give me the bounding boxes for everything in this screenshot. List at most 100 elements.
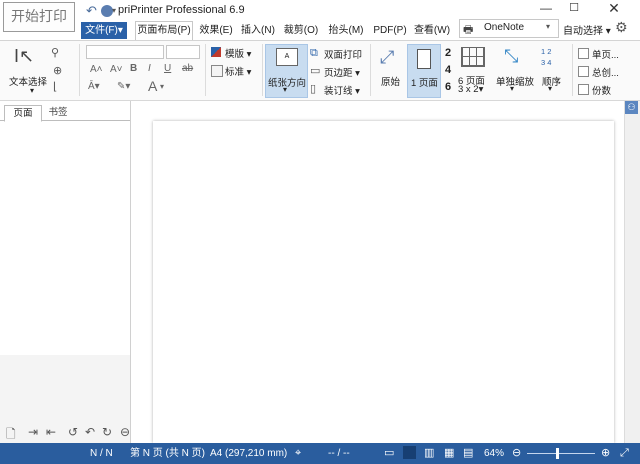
original-button[interactable]: 原始 bbox=[381, 74, 400, 88]
coordinates: -- / -- bbox=[328, 448, 350, 459]
undo-icon[interactable]: ↶ bbox=[86, 3, 97, 19]
gutter-icon: ▯ bbox=[310, 83, 317, 95]
rotate-left-icon[interactable]: ↺ bbox=[68, 425, 78, 439]
quick-access-dropdown-icon[interactable]: ▾ bbox=[112, 6, 116, 15]
view-page-icon-active[interactable] bbox=[403, 446, 416, 459]
tab-crop[interactable]: 裁剪(O) bbox=[283, 22, 319, 39]
tab-file[interactable]: 文件(F)▾ bbox=[81, 22, 127, 39]
font-size-combo[interactable] bbox=[166, 45, 200, 59]
move-tool-icon[interactable]: ⊕ bbox=[53, 64, 62, 77]
start-print-button[interactable]: 开始打印 bbox=[3, 2, 75, 32]
preview-page[interactable] bbox=[153, 121, 614, 443]
paper-size: A4 (297,210 mm) bbox=[210, 448, 288, 459]
gear-icon[interactable]: ⚙ bbox=[615, 19, 628, 36]
margins-icon: ▭ bbox=[310, 65, 321, 77]
export-page-icon[interactable]: ⇤ bbox=[46, 425, 56, 439]
maximize-icon[interactable]: ☐ bbox=[563, 1, 585, 17]
template-icon bbox=[211, 47, 221, 57]
font-color-icon[interactable]: A bbox=[148, 78, 157, 94]
panel-toggle-icon[interactable]: ⚇ bbox=[625, 101, 638, 114]
order-digit: 3 bbox=[541, 58, 546, 67]
copies-label: 份数 bbox=[592, 86, 612, 97]
printer-icon: 🖶 bbox=[463, 24, 474, 36]
page-counter: N / N bbox=[90, 448, 113, 459]
printer-name: OneNote bbox=[484, 22, 525, 33]
one-page-button[interactable]: 1 页面 bbox=[407, 44, 441, 98]
tab-header[interactable]: 抬头(M) bbox=[327, 22, 365, 39]
single-scale-icon: ⤡ bbox=[504, 46, 519, 66]
grid-layout-dropdown[interactable]: 3 x 2▾ bbox=[458, 84, 483, 95]
total-creation-label: 总创... bbox=[592, 68, 619, 79]
grid-pages-icon bbox=[461, 47, 485, 67]
separator bbox=[79, 44, 80, 96]
vertical-scrollbar[interactable] bbox=[624, 101, 640, 443]
tab-pdf[interactable]: PDF(P) bbox=[372, 22, 408, 39]
undo-page-icon[interactable]: ↶ bbox=[85, 425, 95, 439]
total-creation-checkbox[interactable] bbox=[578, 66, 589, 77]
zoom-in-icon[interactable]: ⊕ bbox=[601, 443, 610, 464]
tab-page-layout[interactable]: 页面布局(P) bbox=[135, 21, 193, 40]
four-pages-button[interactable]: 4 bbox=[445, 64, 451, 76]
standard-button[interactable]: 标准 ▾ bbox=[225, 64, 251, 78]
two-pages-button[interactable]: 2 bbox=[445, 47, 451, 59]
view-two-icon[interactable]: ▥ bbox=[424, 443, 434, 464]
more-icon[interactable]: ⊖ bbox=[120, 425, 130, 439]
order-dropdown-icon[interactable]: ▾ bbox=[548, 84, 552, 93]
zoom-out-icon[interactable]: ⊖ bbox=[512, 443, 521, 464]
original-size-icon: ⤢ bbox=[380, 47, 395, 67]
text-select-dropdown-icon[interactable]: ▾ bbox=[30, 86, 34, 95]
tab-pages[interactable]: 页面 bbox=[4, 105, 42, 122]
font-color-dropdown-icon[interactable]: ▾ bbox=[160, 82, 164, 91]
binoculars-icon[interactable]: ⚲ bbox=[51, 46, 59, 59]
separator bbox=[262, 44, 263, 96]
order-digit: 2 bbox=[547, 47, 552, 56]
minimize-icon[interactable]: — bbox=[535, 1, 557, 17]
text-select-label[interactable]: 文本选择 bbox=[9, 74, 47, 88]
one-page-label: 1 页面 bbox=[411, 78, 438, 89]
auto-select-dropdown[interactable]: 自动选择 ▾ bbox=[563, 22, 611, 37]
duplex-button[interactable]: 双面打印 bbox=[324, 47, 362, 61]
text-effect-icon[interactable]: Ā▾ bbox=[88, 81, 100, 92]
single-page-icon bbox=[417, 49, 431, 69]
tab-insert[interactable]: 插入(N) bbox=[240, 22, 276, 39]
margins-button[interactable]: 页边距 ▾ bbox=[324, 65, 360, 79]
zoom-slider-track[interactable] bbox=[527, 453, 595, 454]
cursor-select-icon[interactable]: I↖ bbox=[14, 46, 34, 67]
gutter-button[interactable]: 装订线 ▾ bbox=[324, 83, 360, 97]
tab-view[interactable]: 查看(W) bbox=[413, 22, 451, 39]
single-page-checkbox[interactable] bbox=[578, 48, 589, 59]
standard-icon bbox=[211, 65, 223, 77]
separator bbox=[370, 44, 371, 96]
highlight-color-icon[interactable]: ✎▾ bbox=[117, 81, 130, 92]
font-grow-icon[interactable]: A˄ bbox=[90, 64, 103, 75]
bold-icon[interactable]: B bbox=[130, 63, 137, 74]
crosshair-icon: ⌖ bbox=[295, 447, 302, 459]
paper-orientation-button[interactable]: A 纸张方向 ▾ bbox=[265, 44, 308, 98]
status-bar: N / N 第 N 页 (共 N 页) A4 (297,210 mm) ⌖ --… bbox=[0, 443, 640, 464]
font-shrink-icon[interactable]: A˅ bbox=[110, 64, 123, 75]
strikethrough-icon[interactable]: ab bbox=[182, 63, 193, 74]
single-scale-button[interactable]: 单独缩放 bbox=[496, 74, 534, 88]
view-grid-icon[interactable]: ▦ bbox=[444, 443, 454, 464]
fit-window-icon[interactable]: ⤢ bbox=[620, 443, 629, 464]
view-fit-icon[interactable]: ▤ bbox=[463, 443, 473, 464]
tab-bookmarks[interactable]: 书签 bbox=[42, 105, 74, 120]
insert-page-icon[interactable]: ⇥ bbox=[28, 425, 38, 439]
italic-icon[interactable]: I bbox=[148, 63, 151, 74]
single-scale-dropdown-icon[interactable]: ▾ bbox=[510, 84, 514, 93]
printer-select[interactable]: 🖶 OneNote ▾ bbox=[459, 19, 559, 38]
order-digit: 4 bbox=[547, 58, 552, 67]
tab-effects[interactable]: 效果(E) bbox=[198, 22, 234, 39]
rotate-right-icon[interactable]: ↻ bbox=[102, 425, 112, 439]
six-pages-button[interactable]: 6 bbox=[445, 81, 451, 93]
underline-icon[interactable]: U bbox=[164, 63, 171, 74]
copies-checkbox[interactable] bbox=[578, 84, 589, 95]
crop-tool-icon[interactable]: ⌊ bbox=[53, 80, 57, 93]
separator bbox=[205, 44, 206, 96]
zoom-slider-thumb[interactable] bbox=[556, 448, 559, 459]
view-single-icon[interactable]: ▭ bbox=[384, 443, 394, 464]
template-button[interactable]: 模版 ▾ bbox=[225, 46, 251, 60]
font-family-combo[interactable] bbox=[86, 45, 164, 59]
single-page-label: 单页... bbox=[592, 50, 619, 61]
close-icon[interactable]: ✕ bbox=[594, 0, 634, 18]
